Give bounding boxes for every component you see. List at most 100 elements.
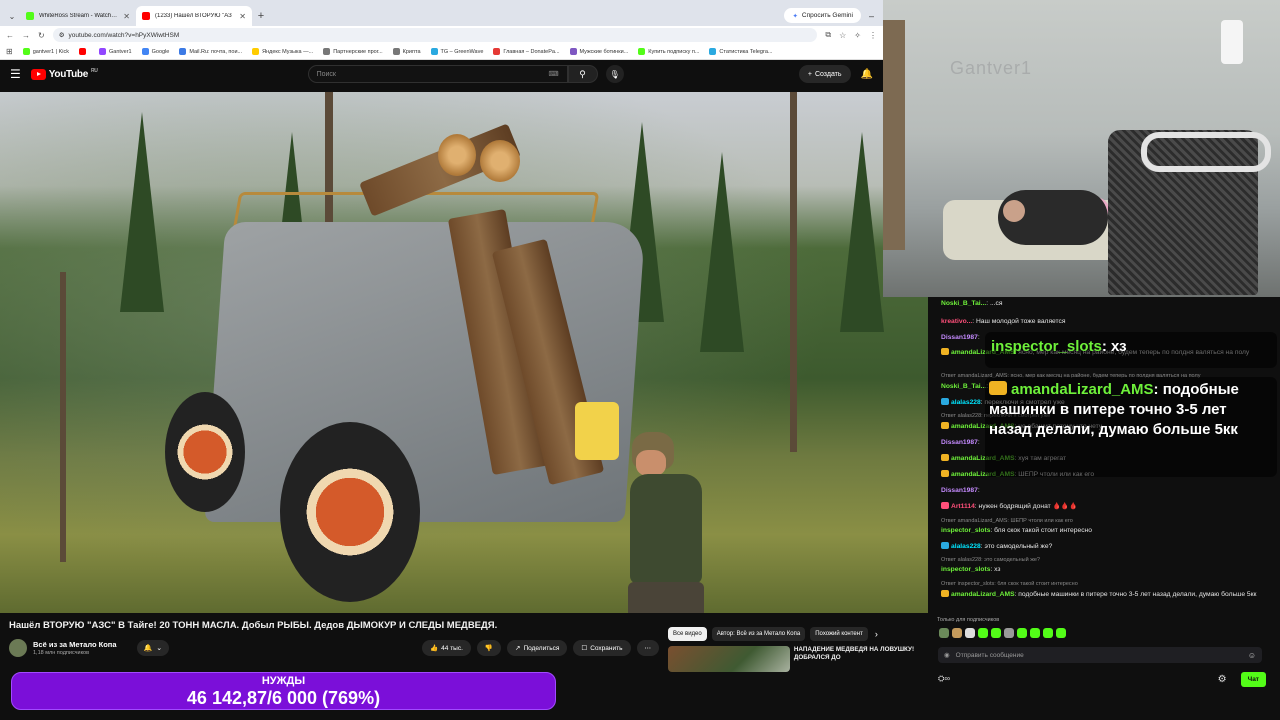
youtube-header: ☰ YouTube RU Поиск ⌨ ⚲ 🎙 + Создать 🔔 [0, 60, 883, 88]
close-icon[interactable]: ✕ [239, 12, 246, 21]
chat-username[interactable]: Dissan1987 [941, 487, 978, 494]
create-button[interactable]: + Создать [798, 65, 851, 83]
tab-list-icon[interactable]: ⌄ [4, 6, 20, 26]
chat-username[interactable]: alalas228 [951, 543, 981, 550]
search-button[interactable]: ⚲ [567, 65, 598, 83]
tab-title: WhiteRoss Stream - Watch Live [39, 13, 119, 19]
chat-message: kreativo...: Наш молодой тоже валяется [941, 317, 1261, 326]
dislike-button[interactable]: 👎 [476, 640, 501, 656]
bookmark-item[interactable]: Google [141, 48, 170, 55]
more-actions-button[interactable]: ⋯ [636, 640, 659, 656]
chat-username[interactable]: Dissan1987 [941, 334, 978, 341]
bookmark-label: Купить подписку п... [648, 48, 700, 55]
voice-search-button[interactable]: 🎙 [605, 65, 624, 83]
close-icon[interactable]: ✕ [123, 12, 130, 21]
chevron-right-icon[interactable]: › [875, 629, 878, 639]
bookmark-item[interactable]: Купить подписку п... [638, 48, 699, 55]
chat-overlay-highlight: inspector_slots: хз [985, 332, 1277, 368]
bookmark-item[interactable]: Партнерские прог... [323, 48, 383, 55]
video-actions: 👍 44 тыс. 👎 ↗ Поделиться ☐ Сохранить ⋯ [422, 640, 659, 656]
recommended-title[interactable]: НАПАДЕНИЕ МЕДВЕДЯ НА ЛОВУШКУ! ДОБРАЛСЯ Д… [794, 646, 924, 672]
video-player[interactable] [0, 92, 928, 613]
menu-icon[interactable]: ⋮ [869, 31, 877, 40]
emote-icon[interactable] [978, 628, 988, 638]
notifications-bell-icon[interactable]: 🔔 [861, 69, 873, 80]
install-icon[interactable]: ⧉ [825, 30, 831, 40]
chat-username[interactable]: inspector_slots [941, 566, 990, 573]
chip-similar[interactable]: Похожий контент [810, 626, 868, 641]
new-tab-button[interactable]: + [252, 6, 270, 26]
reload-icon[interactable]: ↻ [38, 31, 45, 40]
emote-icon[interactable] [952, 628, 962, 638]
chat-overlay-highlight: amandaLizard_AMS: подобные машинки в пит… [985, 377, 1277, 477]
bookmark-item[interactable]: Крипта [392, 48, 421, 55]
chat-username[interactable]: amandaLizard_AMS [951, 591, 1015, 598]
chat-username[interactable]: Dissan1987 [941, 439, 978, 446]
channel-points-icon[interactable]: ⛭∞ [938, 674, 950, 684]
menu-burger-icon[interactable]: ☰ [10, 67, 21, 81]
settings-gear-icon[interactable]: ⚙ [1218, 674, 1227, 685]
bookmark-item[interactable]: Mail.Ru: почта, пои... [179, 48, 242, 55]
chat-username[interactable]: kreativo... [941, 318, 972, 325]
chat-username[interactable]: alalas228 [951, 399, 981, 406]
emote-icon[interactable] [939, 628, 949, 638]
tab-youtube[interactable]: (1233) Нашёл ВТОРУЮ "АЗ ✕ [136, 6, 252, 26]
url-field[interactable]: ⚙ youtube.com/watch?v=hPyXWiwtHSM [52, 28, 818, 42]
fuel-canister [575, 402, 619, 460]
emote-icon[interactable] [991, 628, 1001, 638]
emote-icon[interactable] [1004, 628, 1014, 638]
bookmark-star-icon[interactable]: ☆ [839, 31, 846, 40]
bookmark-favicon-icon [638, 48, 646, 55]
channel-name[interactable]: Всё из за Метало Копа [33, 640, 117, 649]
chat-input[interactable]: ◉ Отправить сообщение ☺ [938, 647, 1262, 663]
chip-all-videos[interactable]: Все видео [668, 626, 707, 641]
subscribed-button[interactable]: 🔔 ⌄ [136, 640, 170, 656]
extensions-icon[interactable]: ✧ [854, 31, 861, 40]
forward-icon[interactable]: → [22, 31, 30, 40]
emote-icon[interactable] [1043, 628, 1053, 638]
chip-author[interactable]: Автор: Всё из за Метало Копа [711, 626, 806, 641]
bookmark-item[interactable]: Главная – DonatePa... [493, 48, 560, 55]
chat-send-button[interactable]: Чат [1240, 671, 1266, 687]
channel-avatar[interactable] [9, 639, 27, 657]
bookmark-item[interactable]: Gantver1 [98, 48, 132, 55]
wall-lamp [1221, 20, 1243, 64]
bookmark-item[interactable]: gantver1 | Kick [22, 48, 69, 55]
like-button[interactable]: 👍 44 тыс. [422, 640, 471, 656]
chat-reply-context: Ответ alalas228: это самодельный же? [941, 557, 1040, 563]
bookmark-item[interactable]: Яндекс Музыка —... [252, 48, 313, 55]
minimize-icon[interactable]: – [869, 6, 883, 26]
recommended-video[interactable]: НАПАДЕНИЕ МЕДВЕДЯ НА ЛОВУШКУ! ДОБРАЛСЯ Д… [668, 646, 924, 672]
youtube-logo[interactable]: YouTube RU [30, 68, 98, 80]
chat-message: alalas228: это самодельный же? [941, 542, 1261, 551]
chat-username[interactable]: Art1114 [951, 503, 975, 510]
emote-icon[interactable] [965, 628, 975, 638]
chat-username[interactable]: inspector_slots [941, 527, 990, 534]
bookmark-label: Google [151, 48, 170, 55]
bookmark-item[interactable] [78, 48, 89, 55]
chat-username[interactable]: Noski_B_Tai... [941, 383, 986, 390]
emote-icon[interactable] [1030, 628, 1040, 638]
save-button[interactable]: ☐ Сохранить [573, 640, 631, 656]
apps-icon[interactable]: ⊞ [6, 47, 13, 56]
emote-icon[interactable] [1056, 628, 1066, 638]
search-input[interactable]: Поиск ⌨ [307, 65, 568, 83]
gemini-label: Спросить Gemini [801, 12, 853, 19]
bookmark-label: Партнерские прог... [333, 48, 383, 55]
site-info-icon[interactable]: ⚙ [59, 31, 65, 39]
bookmark-item[interactable]: Статистика Telegra... [709, 48, 772, 55]
keyboard-icon[interactable]: ⌨ [548, 70, 558, 78]
chat-username[interactable]: Noski_B_Tai... [941, 300, 986, 307]
gemini-button[interactable]: ✦ Спросить Gemini [784, 8, 861, 23]
bookmark-favicon-icon [78, 48, 86, 55]
share-button[interactable]: ↗ Поделиться [507, 640, 568, 656]
bookmark-item[interactable]: Мужские ботинки... [569, 48, 628, 55]
recommended-thumbnail[interactable] [668, 646, 790, 672]
emote-icon[interactable] [1017, 628, 1027, 638]
donation-label: НУЖДЫ [261, 675, 306, 687]
tab-kick-stream[interactable]: WhiteRoss Stream - Watch Live ✕ [20, 6, 136, 26]
bookmark-item[interactable]: TG – GreenWave [430, 48, 483, 55]
emoji-icon[interactable]: ☺ [1248, 651, 1256, 660]
youtube-favicon-icon [142, 12, 150, 20]
back-icon[interactable]: ← [6, 31, 14, 40]
